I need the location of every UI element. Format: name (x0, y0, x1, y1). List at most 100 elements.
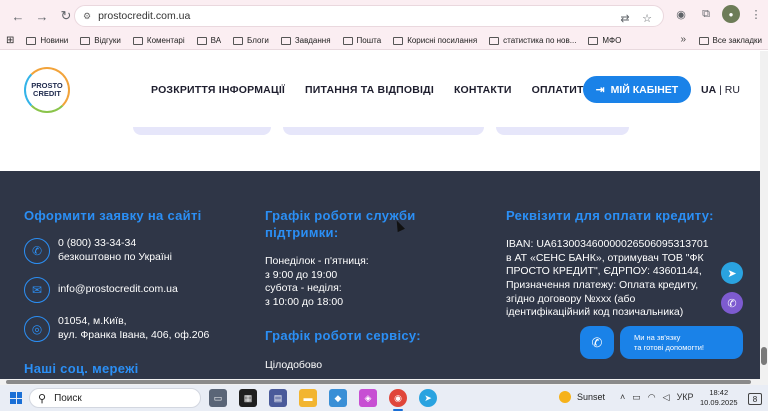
folder-icon (588, 36, 599, 45)
viber-icon[interactable]: ✆ (721, 292, 743, 314)
site-footer: Оформити заявку на сайті ✆ 0 (800) 33-34… (0, 171, 760, 379)
bookmarks-bar: ⊞ Новини Відгуки Коментарі ВА Блоги Завд… (0, 32, 768, 50)
task-view-icon[interactable]: ▭ (209, 389, 227, 407)
apps-grid-icon[interactable]: ⊞ (6, 35, 14, 46)
folder-icon (393, 36, 404, 45)
chevron-up-icon[interactable]: ˄ (620, 392, 625, 403)
phone-icon: ✆ (591, 334, 603, 350)
lang-ru[interactable]: RU (725, 84, 740, 96)
card-bottom (133, 127, 271, 135)
scroll-thumb[interactable] (761, 347, 767, 365)
location-icon: ◎ (24, 315, 50, 342)
call-button[interactable]: ✆ (580, 326, 614, 359)
language-switcher: UA | RU (701, 84, 740, 96)
screenshot-icon[interactable]: ◉ (672, 5, 690, 23)
language-indicator[interactable]: УКР (677, 392, 694, 403)
profile-avatar[interactable]: ● (722, 5, 740, 23)
login-icon: ⇥ (595, 83, 605, 96)
volume-icon[interactable]: ◁ (663, 392, 670, 403)
start-button[interactable] (6, 388, 26, 408)
taskbar-search[interactable]: ⚲ Поиск (29, 388, 201, 408)
help-message[interactable]: Ми на зв'язку та готові допомогти! (620, 326, 743, 359)
folder-icon (280, 36, 291, 45)
folder-icon (80, 36, 91, 45)
bookmark-item[interactable]: Пошта (342, 36, 381, 45)
address-contact: ◎ 01054, м.Київ, вул. Франка Івана, 406,… (24, 315, 209, 342)
scroll-thumb[interactable] (6, 380, 751, 384)
wifi-icon[interactable]: ◠ (648, 392, 656, 403)
chrome-icon[interactable]: ◉ (389, 389, 407, 407)
details-title: Реквізити для оплати кредиту: (506, 208, 714, 223)
bookmark-item[interactable]: статистика по нов... (489, 36, 576, 45)
store-icon[interactable]: ▦ (239, 389, 257, 407)
card-bottom (283, 127, 484, 135)
bookmark-item[interactable]: Завдання (280, 36, 331, 45)
lang-ua[interactable]: UA (701, 84, 716, 96)
site-logo[interactable]: PROSTO CREDIT (24, 67, 70, 113)
back-icon[interactable]: ← (8, 6, 28, 26)
phone-contact[interactable]: ✆ 0 (800) 33-34-34 безкоштовно по Україн… (24, 237, 172, 264)
site-info-icon[interactable]: ⚙ (83, 11, 91, 22)
site-header: PROSTO CREDIT РОЗКРИТТЯ ІНФОРМАЦІЇ ПИТАН… (0, 51, 760, 127)
folder-icon (26, 36, 37, 45)
search-icon: ⚲ (38, 392, 47, 405)
support-schedule: Понеділок - п'ятниця: з 9:00 до 19:00 су… (265, 255, 369, 308)
system-tray: ˄ ▭ ◠ ◁ УКР (620, 392, 694, 403)
folder-icon (698, 36, 709, 45)
apply-title: Оформити заявку на сайті (24, 208, 202, 223)
telegram-icon[interactable]: ➤ (419, 389, 437, 407)
reload-icon[interactable]: ↻ (56, 6, 76, 26)
calculator-icon[interactable]: ▤ (269, 389, 287, 407)
all-bookmarks[interactable]: Все закладки (698, 36, 762, 45)
folder-icon (196, 36, 207, 45)
clock[interactable]: 18:42 10.09.2025 (700, 388, 738, 408)
sun-icon (559, 391, 571, 403)
extensions-icon[interactable]: ⧉ (697, 5, 715, 23)
menu-item-disclosure[interactable]: РОЗКРИТТЯ ІНФОРМАЦІЇ (151, 84, 285, 96)
bookmark-item[interactable]: Блоги (233, 36, 269, 45)
payment-details: IBAN: UA613003460000026506095313701 в АТ… (506, 238, 709, 319)
browser-actions: ◉ ⧉ ● ⋮ (672, 5, 765, 23)
service-title: Графік роботи сервісу: (265, 328, 421, 343)
bookmark-item[interactable]: ВА (196, 36, 221, 45)
battery-icon[interactable]: ▭ (632, 392, 641, 403)
social-title: Наші соц. мережі (24, 361, 139, 376)
cards-section (0, 127, 760, 171)
menu-item-faq[interactable]: ПИТАННЯ ТА ВІДПОВІДІ (305, 84, 434, 96)
email-contact[interactable]: ✉ info@prostocredit.com.ua (24, 277, 178, 303)
address-bar[interactable]: ⚙ prostocredit.com.ua ⇄ ☆ (74, 5, 664, 27)
my-cabinet-button[interactable]: ⇥ МІЙ КАБІНЕТ (583, 76, 691, 103)
bookmark-item[interactable]: Корисні посилання (393, 36, 477, 45)
card-bottom (496, 127, 629, 135)
bookmark-star-icon[interactable]: ☆ (639, 10, 655, 26)
folder-icon (132, 36, 143, 45)
bookmark-item[interactable]: МФО (588, 36, 621, 45)
app-icon[interactable]: ◈ (359, 389, 377, 407)
bookmark-item[interactable]: Відгуки (80, 36, 121, 45)
vertical-scrollbar[interactable] (760, 51, 768, 379)
mail-icon: ✉ (24, 277, 50, 303)
forward-icon[interactable]: → (32, 6, 52, 26)
app-icon[interactable]: ◆ (329, 389, 347, 407)
folder-icon (489, 36, 500, 45)
bookmark-item[interactable]: Коментарі (132, 36, 185, 45)
bookmark-item[interactable]: Новини (26, 36, 68, 45)
support-title: Графік роботи служби підтримки: (265, 208, 416, 240)
telegram-icon[interactable]: ➤ (721, 262, 743, 284)
folder-icon (233, 36, 244, 45)
url-text: prostocredit.com.ua (98, 10, 191, 22)
service-hours: Цілодобово (265, 359, 323, 371)
bookmarks-overflow-button[interactable]: » (680, 34, 686, 45)
help-widget: ✆ Ми на зв'язку та готові допомогти! (580, 326, 743, 359)
taskbar: ⚲ Поиск ▭ ▦ ▤ ▬ ◆ ◈ ◉ ➤ Sunset ˄ ▭ ◠ ◁ У… (0, 385, 768, 411)
notifications-button[interactable]: 8 (748, 393, 762, 405)
file-explorer-icon[interactable]: ▬ (299, 389, 317, 407)
folder-icon (342, 36, 353, 45)
email-address: info@prostocredit.com.ua (58, 283, 178, 296)
translate-icon[interactable]: ⇄ (617, 10, 633, 26)
main-menu: РОЗКРИТТЯ ІНФОРМАЦІЇ ПИТАННЯ ТА ВІДПОВІД… (151, 84, 611, 96)
menu-dots-icon[interactable]: ⋮ (747, 5, 765, 23)
phone-note: безкоштовно по Україні (58, 250, 172, 263)
weather-widget[interactable]: Sunset (559, 391, 605, 403)
menu-item-contacts[interactable]: КОНТАКТИ (454, 84, 512, 96)
